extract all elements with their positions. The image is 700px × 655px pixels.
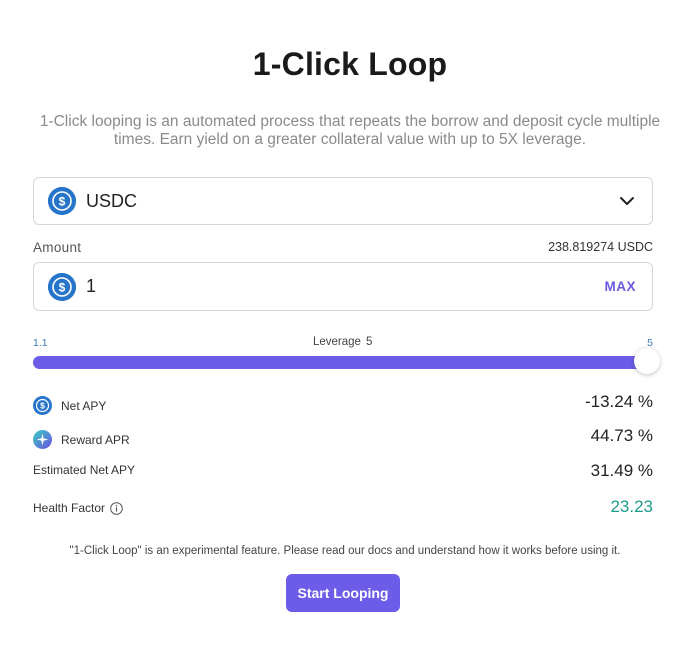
estimated-net-apy-row: Estimated Net APY 31.49 % bbox=[33, 461, 653, 485]
asset-select[interactable]: $ USDC bbox=[33, 177, 653, 225]
amount-field-container: $ MAX bbox=[33, 262, 653, 311]
amount-label: Amount bbox=[33, 240, 82, 255]
usdc-coin-icon: $ bbox=[48, 187, 76, 215]
estimated-net-apy-label: Estimated Net APY bbox=[33, 463, 136, 477]
health-factor-value: 23.23 bbox=[610, 497, 653, 516]
net-apy-label: Net APY bbox=[61, 398, 107, 413]
start-looping-button[interactable]: Start Looping bbox=[286, 574, 400, 612]
leverage-value: 5 bbox=[365, 336, 373, 348]
svg-text:$: $ bbox=[59, 195, 66, 209]
asset-select-value: USDC bbox=[86, 190, 138, 211]
net-apy-value: -13.24 % bbox=[584, 392, 653, 411]
chevron-down-icon[interactable] bbox=[618, 192, 636, 215]
svg-text:$: $ bbox=[59, 280, 66, 294]
max-button[interactable]: MAX bbox=[605, 279, 637, 294]
net-apy-row: $ Net APY -13.24 % bbox=[33, 392, 653, 416]
experimental-disclaimer: "1-Click Loop" is an experimental featur… bbox=[69, 545, 621, 557]
wallet-balance: 238.819274 USDC bbox=[548, 240, 653, 254]
leverage-min-label: 1.1 bbox=[33, 337, 48, 349]
reward-apr-label: Reward APR bbox=[61, 432, 130, 447]
reward-apr-row: Reward APR 44.73 % bbox=[33, 426, 653, 450]
reward-token-icon bbox=[33, 430, 52, 449]
page-title: 1-Click Loop bbox=[252, 46, 448, 82]
leverage-label: Leverage bbox=[313, 336, 361, 348]
info-icon[interactable] bbox=[110, 501, 123, 515]
health-factor-row: Health Factor 23.23 bbox=[33, 497, 653, 521]
leverage-slider-fill bbox=[33, 356, 653, 369]
reward-apr-value: 44.73 % bbox=[590, 426, 653, 445]
amount-input[interactable] bbox=[86, 276, 566, 297]
usdc-coin-icon: $ bbox=[33, 396, 52, 415]
estimated-net-apy-value: 31.49 % bbox=[590, 461, 653, 480]
page-description: 1-Click looping is an automated process … bbox=[39, 113, 661, 148]
usdc-coin-icon: $ bbox=[48, 272, 76, 301]
health-factor-label: Health Factor bbox=[33, 501, 106, 515]
leverage-slider-track[interactable] bbox=[33, 356, 653, 369]
leverage-readout: Leverage 5 bbox=[313, 336, 372, 348]
leverage-slider-thumb[interactable] bbox=[634, 348, 660, 374]
svg-text:$: $ bbox=[40, 401, 45, 411]
